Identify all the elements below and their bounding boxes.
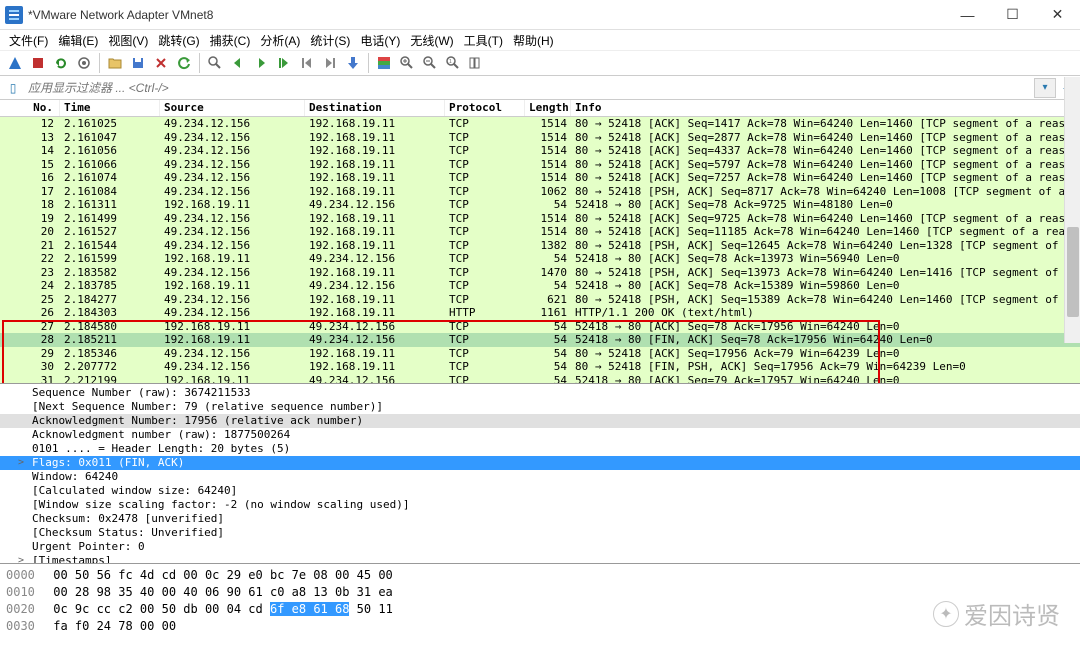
toolbar: 1 (0, 50, 1080, 76)
minimize-button[interactable]: — (945, 0, 990, 30)
close-file-icon[interactable] (150, 52, 172, 74)
packet-row[interactable]: 292.18534649.234.12.156192.168.19.11TCP5… (0, 347, 1080, 361)
detail-line[interactable]: Acknowledgment Number: 17956 (relative a… (0, 414, 1080, 428)
colorize-icon[interactable] (373, 52, 395, 74)
menu-capture[interactable]: 捕获(C) (206, 31, 255, 50)
hex-pane[interactable]: 0000 00 50 56 fc 4d cd 00 0c 29 e0 bc 7e… (0, 563, 1080, 635)
menubar: 文件(F) 编辑(E) 视图(V) 跳转(G) 捕获(C) 分析(A) 统计(S… (0, 30, 1080, 50)
packet-row[interactable]: 182.161311192.168.19.1149.234.12.156TCP5… (0, 198, 1080, 212)
resize-columns-icon[interactable] (465, 52, 487, 74)
packet-row[interactable]: 282.185211192.168.19.1149.234.12.156TCP5… (0, 333, 1080, 347)
maximize-button[interactable]: ☐ (990, 0, 1035, 30)
menu-wireless[interactable]: 无线(W) (406, 31, 457, 50)
packet-row[interactable]: 222.161599192.168.19.1149.234.12.156TCP5… (0, 252, 1080, 266)
detail-line[interactable]: Urgent Pointer: 0 (0, 540, 1080, 554)
col-header-proto[interactable]: Protocol (445, 100, 525, 116)
titlebar: *VMware Network Adapter VMnet8 — ☐ ✕ (0, 0, 1080, 30)
detail-line[interactable]: [Timestamps] (0, 554, 1080, 563)
go-last-icon[interactable] (319, 52, 341, 74)
autoscroll-icon[interactable] (342, 52, 364, 74)
app-icon (5, 6, 23, 24)
packet-row[interactable]: 142.16105649.234.12.156192.168.19.11TCP1… (0, 144, 1080, 158)
window-title: *VMware Network Adapter VMnet8 (28, 8, 945, 22)
find-icon[interactable] (204, 52, 226, 74)
packet-row[interactable]: 192.16149949.234.12.156192.168.19.11TCP1… (0, 212, 1080, 226)
detail-line[interactable]: Flags: 0x011 (FIN, ACK) (0, 456, 1080, 470)
menu-file[interactable]: 文件(F) (5, 31, 52, 50)
detail-line[interactable]: 0101 .... = Header Length: 20 bytes (5) (0, 442, 1080, 456)
stop-capture-icon[interactable] (27, 52, 49, 74)
go-back-icon[interactable] (227, 52, 249, 74)
menu-tools[interactable]: 工具(T) (460, 31, 507, 50)
col-header-dest[interactable]: Destination (305, 100, 445, 116)
detail-line[interactable]: [Calculated window size: 64240] (0, 484, 1080, 498)
restart-capture-icon[interactable] (50, 52, 72, 74)
hex-line[interactable]: 0020 0c 9c cc c2 00 50 db 00 04 cd 6f e8… (6, 601, 1074, 618)
menu-telephony[interactable]: 电话(Y) (356, 31, 404, 50)
packet-row[interactable]: 262.18430349.234.12.156192.168.19.11HTTP… (0, 306, 1080, 320)
hex-line[interactable]: 0030 fa f0 24 78 00 00 (6, 618, 1074, 635)
bookmark-icon[interactable]: ▯ (2, 78, 24, 98)
detail-line[interactable]: Acknowledgment number (raw): 1877500264 (0, 428, 1080, 442)
detail-line[interactable]: Sequence Number (raw): 3674211533 (0, 386, 1080, 400)
menu-view[interactable]: 视图(V) (104, 31, 152, 50)
menu-statistics[interactable]: 统计(S) (306, 31, 354, 50)
start-capture-icon[interactable] (4, 52, 26, 74)
detail-line[interactable]: [Next Sequence Number: 79 (relative sequ… (0, 400, 1080, 414)
col-header-len[interactable]: Length (525, 100, 571, 116)
packet-row[interactable]: 212.16154449.234.12.156192.168.19.11TCP1… (0, 239, 1080, 253)
hex-line[interactable]: 0010 00 28 98 35 40 00 40 06 90 61 c0 a8… (6, 584, 1074, 601)
packet-row[interactable]: 172.16108449.234.12.156192.168.19.11TCP1… (0, 185, 1080, 199)
detail-line[interactable]: Checksum: 0x2478 [unverified] (0, 512, 1080, 526)
packet-row[interactable]: 252.18427749.234.12.156192.168.19.11TCP6… (0, 293, 1080, 307)
filter-input[interactable] (24, 78, 1034, 98)
packet-row[interactable]: 232.18358249.234.12.156192.168.19.11TCP1… (0, 266, 1080, 280)
close-button[interactable]: ✕ (1035, 0, 1080, 30)
hex-line[interactable]: 0000 00 50 56 fc 4d cd 00 0c 29 e0 bc 7e… (6, 567, 1074, 584)
menu-analyze[interactable]: 分析(A) (256, 31, 304, 50)
zoom-in-icon[interactable] (396, 52, 418, 74)
save-file-icon[interactable] (127, 52, 149, 74)
packet-row[interactable]: 312.212199192.168.19.1149.234.12.156TCP5… (0, 374, 1080, 384)
packet-row[interactable]: 122.16102549.234.12.156192.168.19.11TCP1… (0, 117, 1080, 131)
zoom-reset-icon[interactable]: 1 (442, 52, 464, 74)
packet-row[interactable]: 202.16152749.234.12.156192.168.19.11TCP1… (0, 225, 1080, 239)
scrollbar[interactable] (1064, 77, 1080, 343)
packet-row[interactable]: 242.183785192.168.19.1149.234.12.156TCP5… (0, 279, 1080, 293)
watermark: ✦ 爱因诗贤 (933, 596, 1060, 631)
svg-text:1: 1 (449, 59, 452, 65)
col-header-time[interactable]: Time (60, 100, 160, 116)
filter-bar: ▯ ▾ + (0, 76, 1080, 100)
packet-row[interactable]: 162.16107449.234.12.156192.168.19.11TCP1… (0, 171, 1080, 185)
packet-row[interactable]: 272.184580192.168.19.1149.234.12.156TCP5… (0, 320, 1080, 334)
packet-list[interactable]: 122.16102549.234.12.156192.168.19.11TCP1… (0, 117, 1080, 383)
filter-apply-icon[interactable]: ▾ (1034, 78, 1056, 98)
col-header-info[interactable]: Info (571, 100, 1080, 116)
go-first-icon[interactable] (296, 52, 318, 74)
detail-line[interactable]: [Checksum Status: Unverified] (0, 526, 1080, 540)
menu-edit[interactable]: 编辑(E) (54, 31, 102, 50)
packet-row[interactable]: 132.16104749.234.12.156192.168.19.11TCP1… (0, 131, 1080, 145)
zoom-out-icon[interactable] (419, 52, 441, 74)
packet-list-header: No. Time Source Destination Protocol Len… (0, 100, 1080, 117)
packet-row[interactable]: 302.20777249.234.12.156192.168.19.11TCP5… (0, 360, 1080, 374)
menu-go[interactable]: 跳转(G) (154, 31, 203, 50)
detail-line[interactable]: Window: 64240 (0, 470, 1080, 484)
reload-icon[interactable] (173, 52, 195, 74)
packet-details[interactable]: Sequence Number (raw): 3674211533[Next S… (0, 383, 1080, 563)
menu-help[interactable]: 帮助(H) (509, 31, 558, 50)
detail-line[interactable]: [Window size scaling factor: -2 (no wind… (0, 498, 1080, 512)
jump-packet-icon[interactable] (273, 52, 295, 74)
open-file-icon[interactable] (104, 52, 126, 74)
col-header-no[interactable]: No. (0, 100, 60, 116)
packet-row[interactable]: 152.16106649.234.12.156192.168.19.11TCP1… (0, 158, 1080, 172)
col-header-source[interactable]: Source (160, 100, 305, 116)
capture-options-icon[interactable] (73, 52, 95, 74)
wechat-icon: ✦ (933, 601, 959, 627)
go-forward-icon[interactable] (250, 52, 272, 74)
